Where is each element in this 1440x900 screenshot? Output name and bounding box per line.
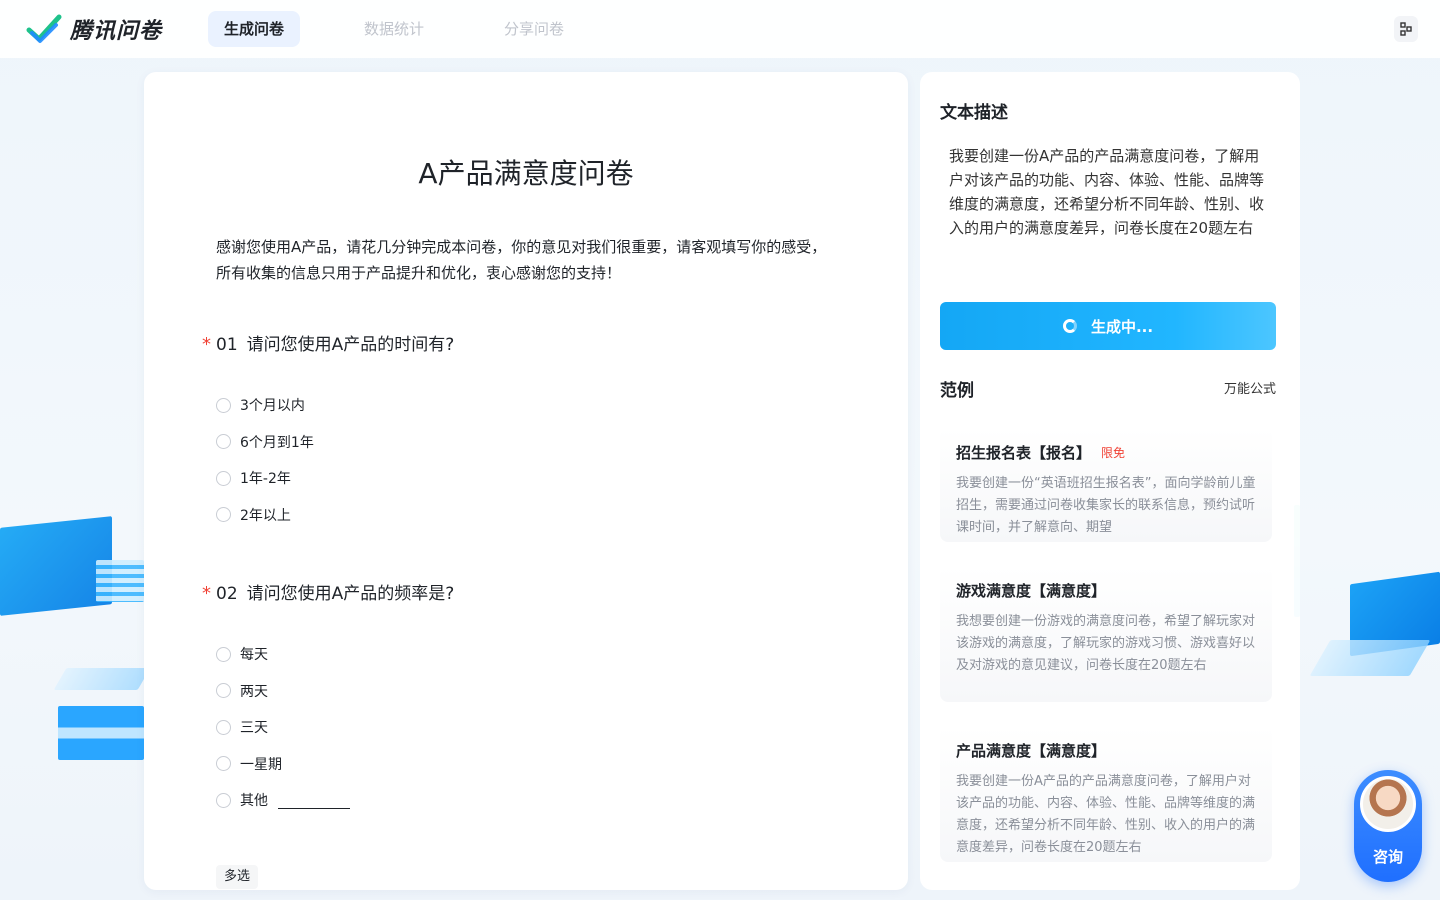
required-mark: * [202, 583, 211, 604]
option-label: 三天 [240, 720, 268, 737]
radio-option[interactable]: 6个月到1年 [216, 424, 454, 461]
generate-button-label: 生成中... [1090, 317, 1154, 336]
app-name: 腾讯问卷 [70, 19, 163, 44]
radio-circle-icon[interactable] [216, 397, 231, 413]
generate-button[interactable]: 生成中... [940, 302, 1276, 350]
radio-circle-icon[interactable] [216, 646, 231, 662]
question-number: 02 [216, 584, 238, 604]
example-text: 我想要创建一份游戏的满意度问卷，希望了解玩家对该游戏的满意度，了解玩家的游戏习惯… [956, 614, 1256, 673]
consult-button[interactable]: 咨询 [1354, 770, 1422, 882]
option-label: 两天 [240, 683, 268, 700]
radio-circle-icon[interactable] [216, 792, 231, 808]
question-2: * 02 请问您使用A产品的频率是? 每天 两天 三天 一星期 其他 [202, 579, 454, 819]
option-label: 6个月到1年 [240, 434, 314, 451]
survey-intro: 感谢您使用A产品，请花几分钟完成本问卷，你的意见对我们很重要，请客观填写你的感受… [216, 238, 827, 282]
top-nav-bar: 腾讯问卷 生成问卷 数据统计 分享问卷 [0, 0, 1440, 58]
example-title: 游戏满意度【满意度】 [956, 582, 1107, 600]
example-card[interactable]: 游戏满意度【满意度】 我想要创建一份游戏的满意度问卷，希望了解玩家对该游戏的满意… [940, 566, 1272, 702]
radio-option-other[interactable]: 其他 [216, 782, 454, 819]
option-label: 其他 [240, 793, 268, 810]
radio-option[interactable]: 3个月以内 [216, 387, 454, 424]
question-header: * 02 请问您使用A产品的频率是? [202, 579, 454, 604]
radio-circle-icon[interactable] [216, 470, 231, 486]
radio-circle-icon[interactable] [216, 507, 231, 523]
question-header: * 01 请问您使用A产品的时间有? [202, 330, 454, 355]
option-label: 1年-2年 [240, 471, 291, 488]
qr-code-icon[interactable] [1394, 16, 1418, 42]
question-text: 请问您使用A产品的时间有? [246, 335, 455, 355]
example-card[interactable]: 产品满意度【满意度】 我要创建一份A产品的产品满意度问卷，了解用户对该产品的功能… [940, 726, 1272, 862]
bg-decoration-left-stripes [96, 560, 144, 602]
option-list: 每天 两天 三天 一星期 其他 [216, 636, 454, 819]
check-logo-icon [26, 14, 62, 43]
text-description-heading: 文本描述 [940, 103, 1008, 123]
survey-title: A产品满意度问卷 [418, 157, 634, 190]
question-number: 01 [216, 335, 238, 355]
radio-circle-icon[interactable] [216, 756, 231, 772]
bg-decoration-right-ribbon [1309, 640, 1431, 676]
option-list: 3个月以内 6个月到1年 1年-2年 2年以上 [216, 387, 454, 533]
required-mark: * [202, 334, 211, 355]
radio-option[interactable]: 2年以上 [216, 497, 454, 534]
example-text: 我要创建一份“英语班招生报名表”，面向学龄前儿童招生，需要通过问卷收集家长的联系… [956, 476, 1256, 535]
free-badge: 限免 [1101, 446, 1126, 460]
example-title: 产品满意度【满意度】 [956, 742, 1107, 760]
radio-option[interactable]: 三天 [216, 709, 454, 746]
example-title-row: 产品满意度【满意度】 [956, 740, 1256, 761]
question-1: * 01 请问您使用A产品的时间有? 3个月以内 6个月到1年 1年-2年 2年… [202, 330, 454, 533]
example-title-row: 招生报名表【报名】 限免 [956, 442, 1256, 463]
text-description-input[interactable]: 我要创建一份A产品的产品满意度问卷，了解用户对该产品的功能、内容、体验、性能、品… [949, 144, 1265, 240]
survey-preview-card: A产品满意度问卷 感谢您使用A产品，请花几分钟完成本问卷，你的意见对我们很重要，… [144, 72, 908, 890]
radio-circle-icon[interactable] [216, 683, 231, 699]
tab-generate-survey[interactable]: 生成问卷 [208, 11, 301, 47]
examples-heading: 范例 [940, 381, 974, 401]
radio-circle-icon[interactable] [216, 434, 231, 450]
option-label: 一星期 [240, 756, 282, 773]
tab-data-statistics[interactable]: 数据统计 [348, 11, 440, 47]
qr-code-glyph-icon [1400, 22, 1412, 36]
example-card[interactable]: 招生报名表【报名】 限免 我要创建一份“英语班招生报名表”，面向学龄前儿童招生，… [940, 428, 1272, 542]
tab-share-survey[interactable]: 分享问卷 [488, 11, 580, 47]
formula-link[interactable]: 万能公式 [1224, 378, 1276, 397]
radio-option[interactable]: 1年-2年 [216, 460, 454, 497]
radio-circle-icon[interactable] [216, 719, 231, 735]
option-label: 3个月以内 [240, 398, 305, 415]
nav-tabs: 生成问卷 数据统计 分享问卷 [208, 11, 628, 47]
loading-spinner-icon [1062, 319, 1077, 333]
option-label: 2年以上 [240, 507, 291, 524]
example-title-row: 游戏满意度【满意度】 [956, 580, 1256, 601]
other-text-input[interactable] [278, 807, 350, 809]
multi-select-tag: 多选 [216, 865, 259, 889]
avatar [1360, 776, 1416, 832]
question-text: 请问您使用A产品的频率是? [246, 584, 455, 604]
radio-option[interactable]: 两天 [216, 673, 454, 710]
bg-decoration-left-bars [58, 706, 144, 760]
example-title: 招生报名表【报名】 [956, 444, 1092, 462]
radio-option[interactable]: 每天 [216, 636, 454, 673]
generator-side-panel: 文本描述 我要创建一份A产品的产品满意度问卷，了解用户对该产品的功能、内容、体验… [920, 72, 1300, 890]
app-logo[interactable]: 腾讯问卷 [26, 13, 162, 45]
consult-label: 咨询 [1372, 848, 1403, 866]
option-label: 每天 [240, 647, 268, 664]
radio-option[interactable]: 一星期 [216, 746, 454, 783]
bg-decoration-left-ribbon [53, 668, 151, 690]
example-text: 我要创建一份A产品的产品满意度问卷，了解用户对该产品的功能、内容、体验、性能、品… [956, 774, 1256, 855]
